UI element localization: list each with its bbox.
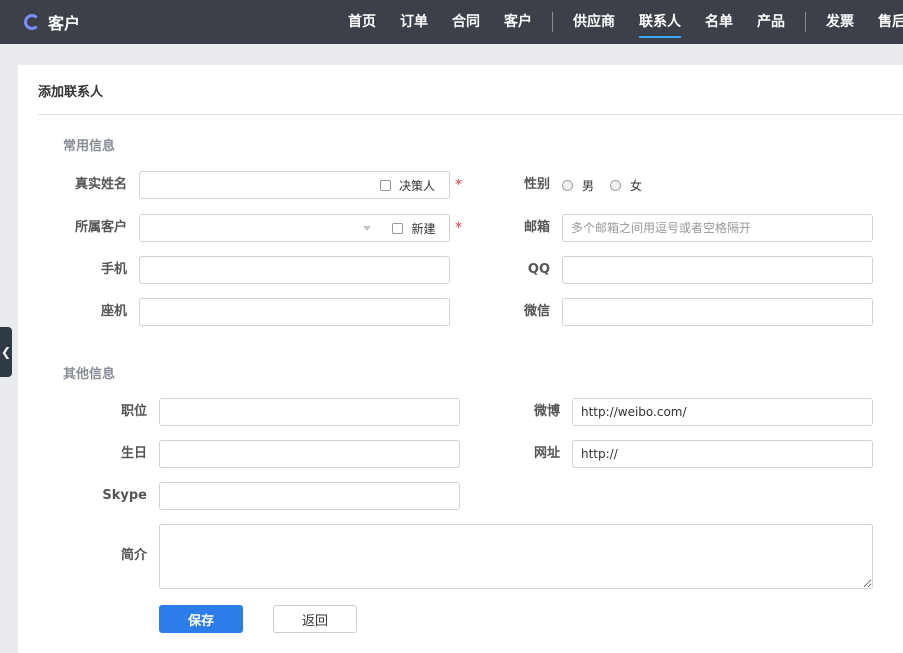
mobile-input[interactable] [139,256,450,284]
brand-logo-icon [24,14,40,30]
birthday-input[interactable] [159,440,460,468]
email-input[interactable] [562,214,873,242]
website-input[interactable] [572,440,873,468]
main-nav: 首页 订单 合同 客户 供应商 联系人 名单 产品 发票 售后 [336,0,903,44]
customer-select[interactable] [139,214,380,242]
nav-item-home[interactable]: 首页 [336,0,388,44]
qq-label: QQ [527,262,550,277]
chevron-down-icon [363,226,371,231]
page-title: 添加联系人 [38,85,104,100]
birthday-label: 生日 [120,446,147,461]
mobile-label: 手机 [100,262,127,277]
real-name-label: 真实姓名 [74,177,127,192]
position-input[interactable] [159,398,460,426]
section-title-other: 其他信息 [63,367,116,382]
sidebar-toggle[interactable]: ❮ [0,327,12,377]
gender-label: 性别 [523,177,550,192]
real-name-input[interactable] [139,171,367,199]
website-label: 网址 [533,446,560,461]
gender-female-radio[interactable] [610,179,622,191]
new-customer-label: 新建 [411,221,436,236]
nav-item-invoices[interactable]: 发票 [814,0,866,44]
nav-item-after-sales[interactable]: 售后 [866,0,903,44]
weibo-input[interactable] [572,398,873,426]
email-label: 邮箱 [523,220,550,235]
checkbox-icon [392,222,404,234]
wechat-label: 微信 [523,304,550,319]
gender-radio-group: 男 女 [562,171,658,199]
gender-female-label[interactable]: 女 [630,177,642,194]
chevron-left-icon: ❮ [0,345,12,359]
brand-title: 客户 [48,14,81,33]
position-label: 职位 [120,404,147,419]
decision-maker-checkbox[interactable]: 决策人 [366,171,450,199]
nav-item-suppliers[interactable]: 供应商 [561,0,627,44]
customer-label: 所属客户 [74,220,127,235]
gender-male-label[interactable]: 男 [582,177,594,194]
save-button[interactable]: 保存 [159,605,243,633]
required-mark: * [455,177,462,193]
new-customer-checkbox[interactable]: 新建 [379,214,450,242]
nav-item-lists[interactable]: 名单 [693,0,745,44]
wechat-input[interactable] [562,298,873,326]
weibo-label: 微博 [533,404,560,419]
nav-divider [805,12,806,32]
intro-label: 简介 [120,548,147,563]
required-mark: * [455,220,462,236]
nav-item-contacts[interactable]: 联系人 [627,0,693,44]
brand[interactable]: 客户 [24,10,80,34]
nav-item-orders[interactable]: 订单 [388,0,440,44]
landline-label: 座机 [100,304,127,319]
landline-input[interactable] [139,298,450,326]
nav-item-customers[interactable]: 客户 [492,0,544,44]
section-title-common: 常用信息 [63,139,116,154]
nav-divider [552,12,553,32]
back-button[interactable]: 返回 [273,605,357,633]
skype-input[interactable] [159,482,460,510]
gender-male-radio[interactable] [562,179,573,191]
add-contact-panel: 添加联系人 常用信息 真实姓名 决策人 * 性别 男 女 所属客户 新建 * 邮… [18,65,903,653]
top-navbar: 客户 首页 订单 合同 客户 供应商 联系人 名单 产品 发票 售后 [0,0,903,44]
checkbox-icon [379,179,391,191]
nav-item-products[interactable]: 产品 [745,0,797,44]
decision-maker-label: 决策人 [398,178,435,193]
skype-label: Skype [102,488,147,503]
qq-input[interactable] [562,256,873,284]
intro-textarea[interactable] [159,524,873,589]
title-divider [38,114,903,115]
nav-item-contracts[interactable]: 合同 [440,0,492,44]
